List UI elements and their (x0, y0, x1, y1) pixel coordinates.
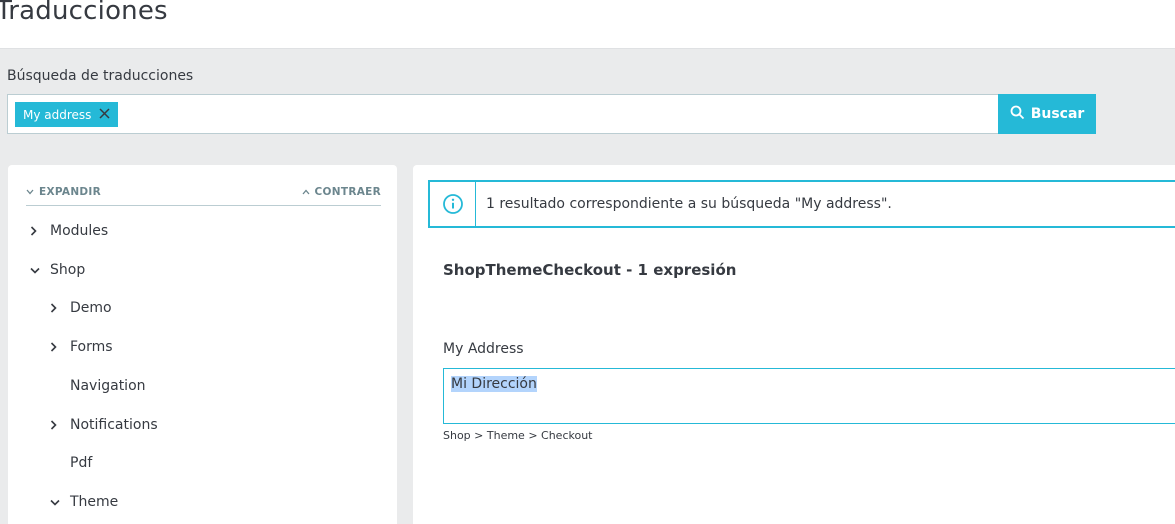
tree-item-modules[interactable]: Modules (30, 223, 108, 239)
tree-item-label: Theme (70, 494, 119, 510)
collapse-label: CONTRAER (314, 186, 381, 198)
chevron-down-icon (30, 267, 50, 274)
close-icon[interactable] (99, 107, 110, 122)
translation-value: Mi Dirección (451, 376, 537, 392)
alert-text: 1 resultado correspondiente a su búsqued… (486, 196, 892, 212)
tree-item-theme[interactable]: Theme (50, 494, 118, 510)
tree-item-shop[interactable]: Shop (30, 262, 85, 278)
tree-item-label: Forms (70, 339, 113, 355)
chevron-right-icon (50, 303, 70, 313)
search-tag: My address (15, 102, 119, 127)
tree-item-label: Notifications (70, 417, 158, 433)
chevron-right-icon (30, 226, 50, 236)
tree-toolbar: EXPANDIR CONTRAER (26, 185, 381, 206)
chevron-right-icon (50, 420, 70, 430)
expression-label: My Address (443, 341, 524, 357)
results-panel: 1 resultado correspondiente a su búsqued… (413, 165, 1175, 524)
search-tag-label: My address (23, 107, 92, 122)
tree-item-label: Modules (50, 223, 109, 239)
info-icon (430, 182, 476, 226)
expand-label: EXPANDIR (39, 186, 102, 198)
search-result-alert: 1 resultado correspondiente a su búsqued… (428, 180, 1175, 228)
domain-breadcrumb: Shop > Theme > Checkout (443, 429, 593, 442)
translation-tree-panel: EXPANDIR CONTRAER Modules Shop Demo Form… (8, 165, 397, 524)
tree-item-navigation[interactable]: Navigation (70, 378, 146, 394)
tree-item-pdf[interactable]: Pdf (70, 455, 92, 471)
tree-item-label: Shop (50, 262, 86, 278)
tree-item-label: Demo (70, 300, 112, 316)
tree-item-notifications[interactable]: Notifications (50, 417, 158, 433)
tree-item-demo[interactable]: Demo (50, 300, 112, 316)
search-icon (1010, 105, 1025, 124)
collapse-button[interactable]: CONTRAER (302, 186, 381, 198)
search-input[interactable]: My address (7, 94, 998, 134)
translation-textarea[interactable]: Mi Dirección (443, 368, 1175, 424)
chevron-up-icon (302, 186, 310, 198)
search-button-label: Buscar (1030, 106, 1085, 122)
chevron-down-icon (26, 186, 34, 198)
page-title: Traducciones (0, 0, 168, 26)
tree-item-forms[interactable]: Forms (50, 339, 113, 355)
search-label: Búsqueda de traducciones (7, 68, 194, 84)
chevron-down-icon (50, 499, 70, 506)
expand-button[interactable]: EXPANDIR (26, 186, 101, 198)
page-header: Traducciones (0, 0, 1175, 49)
search-button[interactable]: Buscar (998, 94, 1096, 134)
chevron-right-icon (50, 342, 70, 352)
tree-item-label: Pdf (70, 455, 93, 471)
tree-item-label: Navigation (70, 378, 146, 394)
domain-title: ShopThemeCheckout - 1 expresión (443, 261, 737, 279)
